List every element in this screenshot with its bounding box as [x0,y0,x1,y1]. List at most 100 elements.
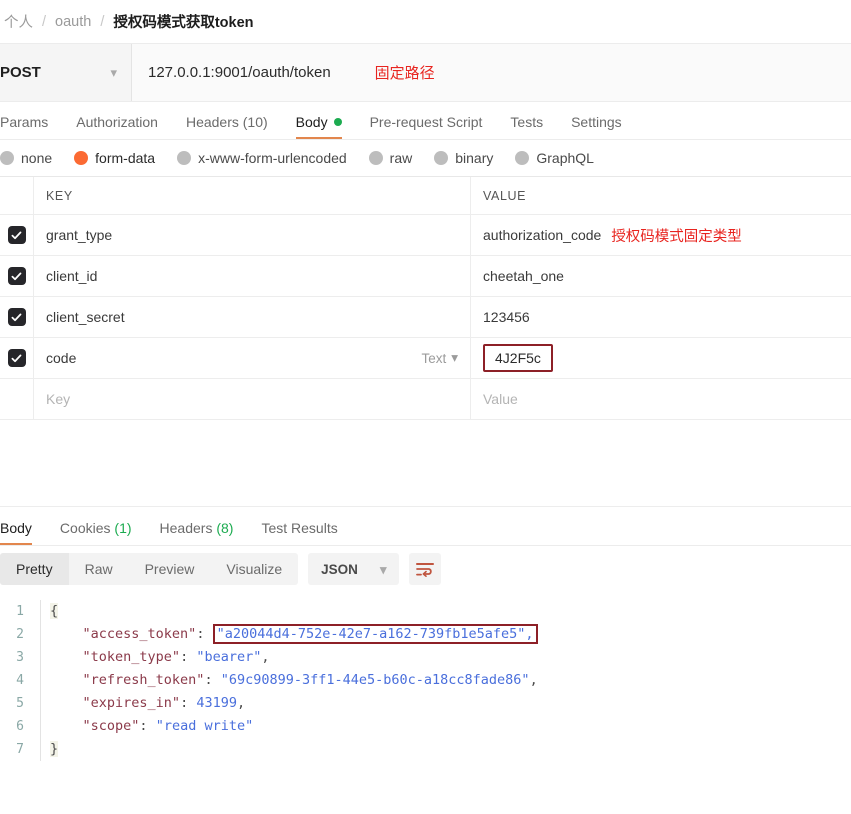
tab-headers[interactable]: Headers (10) [172,114,282,139]
code-line: 5 "expires_in": 43199, [0,692,851,715]
view-pretty[interactable]: Pretty [0,553,69,585]
select-all-cell [0,177,34,214]
chevron-down-icon: ▾ [451,350,458,365]
table-row[interactable]: grant_type authorization_code 授权码模式固定类型 [0,215,851,256]
row-value-annotation: 授权码模式固定类型 [611,228,742,245]
url-input[interactable]: 127.0.0.1:9001/oauth/token 固定路径 [132,44,851,101]
row-checkbox-cell[interactable] [0,215,34,255]
request-tab-bar: Params Authorization Headers (10) Body P… [0,102,851,140]
row-type-dropdown[interactable]: Text ▾ [421,350,458,366]
code-line: 3 "token_type": "bearer", [0,646,851,669]
column-header-value: VALUE [471,177,851,214]
panel-gap [0,420,851,506]
row-key-cell[interactable]: grant_type [34,215,471,255]
line-number: 1 [16,604,24,619]
view-pretty-label: Pretty [16,561,53,577]
response-body-json[interactable]: 1 { 2 "access_token": "a20044d4-752e-42e… [0,592,851,761]
radio-x-www-form-urlencoded-label: x-www-form-urlencoded [198,150,347,166]
view-visualize[interactable]: Visualize [210,553,298,585]
row-checkbox-cell[interactable] [0,297,34,337]
request-url-bar: POST ▾ 127.0.0.1:9001/oauth/token 固定路径 [0,44,851,102]
code-line: 2 "access_token": "a20044d4-752e-42e7-a1… [0,623,851,646]
tab-settings[interactable]: Settings [557,114,636,139]
breadcrumb-item-workspace[interactable]: 个人 [4,11,33,32]
row-value-cell[interactable]: 4J2F5c [471,338,851,378]
response-tab-test-results-label: Test Results [261,520,338,536]
radio-binary[interactable]: binary [434,150,493,166]
response-tab-headers[interactable]: Headers (8) [146,520,248,545]
row-key-cell[interactable]: client_secret [34,297,471,337]
http-method-dropdown[interactable]: POST ▾ [0,44,132,101]
breadcrumb-item-request[interactable]: 授权码模式获取token [113,11,253,32]
table-row[interactable]: code Text ▾ 4J2F5c [0,338,851,379]
checkbox-checked-icon[interactable] [7,308,26,326]
table-row[interactable]: client_id cheetah_one [0,256,851,297]
radio-circle-icon [368,151,383,165]
table-header-row: KEY VALUE [0,177,851,215]
row-checkbox-cell[interactable] [0,379,34,419]
row-value-cell[interactable]: authorization_code 授权码模式固定类型 [471,215,851,255]
code-line-text: } [41,738,59,761]
radio-graphql[interactable]: GraphQL [515,150,594,166]
row-key-cell[interactable]: client_id [34,256,471,296]
radio-none[interactable]: none [0,150,52,166]
json-colon: : [204,672,221,688]
tab-body[interactable]: Body [282,114,356,139]
row-value-highlighted: 4J2F5c [483,344,553,372]
form-data-table: KEY VALUE grant_type authorization_code … [0,176,851,420]
tab-params[interactable]: Params [0,114,62,139]
radio-form-data-label: form-data [95,150,156,166]
row-value-cell[interactable]: cheetah_one [471,256,851,296]
row-checkbox-cell[interactable] [0,338,34,378]
view-visualize-label: Visualize [226,561,283,577]
tab-params-label: Params [0,114,49,130]
view-raw[interactable]: Raw [69,553,129,585]
code-line-text: "token_type": "bearer", [41,646,270,669]
view-preview[interactable]: Preview [129,553,211,585]
row-value-text: 123456 [483,309,530,325]
json-comma: , [261,649,270,665]
new-key-input[interactable]: Key [34,379,471,419]
view-preview-label: Preview [144,561,195,577]
column-header-key: KEY [34,177,471,214]
line-number: 6 [16,719,24,734]
row-key-cell[interactable]: code Text ▾ [34,338,471,378]
checkbox-checked-icon[interactable] [7,226,26,244]
chevron-down-icon: ▾ [379,561,387,577]
response-tab-body[interactable]: Body [0,520,46,545]
response-tab-test-results[interactable]: Test Results [247,520,351,545]
checkbox-checked-icon[interactable] [7,349,26,367]
response-tab-cookies-label: Cookies [59,520,111,536]
tab-authorization[interactable]: Authorization [62,114,172,139]
tab-tests[interactable]: Tests [496,114,557,139]
checkbox-checked-icon[interactable] [7,267,26,285]
new-value-input[interactable]: Value [471,379,851,419]
new-key-placeholder: Key [46,391,71,407]
code-line: 4 "refresh_token": "69c90899-3ff1-44e5-b… [0,669,851,692]
radio-circle-icon [434,151,449,165]
response-tab-cookies[interactable]: Cookies (1) [46,520,146,545]
table-row[interactable]: client_secret 123456 [0,297,851,338]
word-wrap-button[interactable] [409,553,442,585]
chevron-down-icon: ▾ [110,65,117,80]
tab-pre-request-script[interactable]: Pre-request Script [356,114,497,139]
column-header-key-label: KEY [46,188,73,203]
row-checkbox-cell[interactable] [0,256,34,296]
radio-form-data[interactable]: form-data [74,150,155,166]
code-line: 1 { [0,600,851,623]
radio-binary-label: binary [455,150,494,166]
radio-x-www-form-urlencoded[interactable]: x-www-form-urlencoded [177,150,347,166]
row-value-text: cheetah_one [483,268,564,284]
row-value-cell[interactable]: 123456 [471,297,851,337]
json-colon: : [196,626,213,642]
line-number: 5 [16,696,24,711]
json-key: "refresh_token" [82,672,205,688]
postman-window: 个人 / oauth / 授权码模式获取token POST ▾ 127.0.0… [0,0,851,814]
body-type-radio-group: none form-data x-www-form-urlencoded raw… [0,140,851,176]
radio-raw[interactable]: raw [368,150,412,166]
json-key: "token_type" [82,649,181,665]
breadcrumb-item-collection[interactable]: oauth [55,14,91,30]
response-format-dropdown[interactable]: JSON ▾ [308,553,400,585]
table-row-empty[interactable]: Key Value [0,379,851,420]
